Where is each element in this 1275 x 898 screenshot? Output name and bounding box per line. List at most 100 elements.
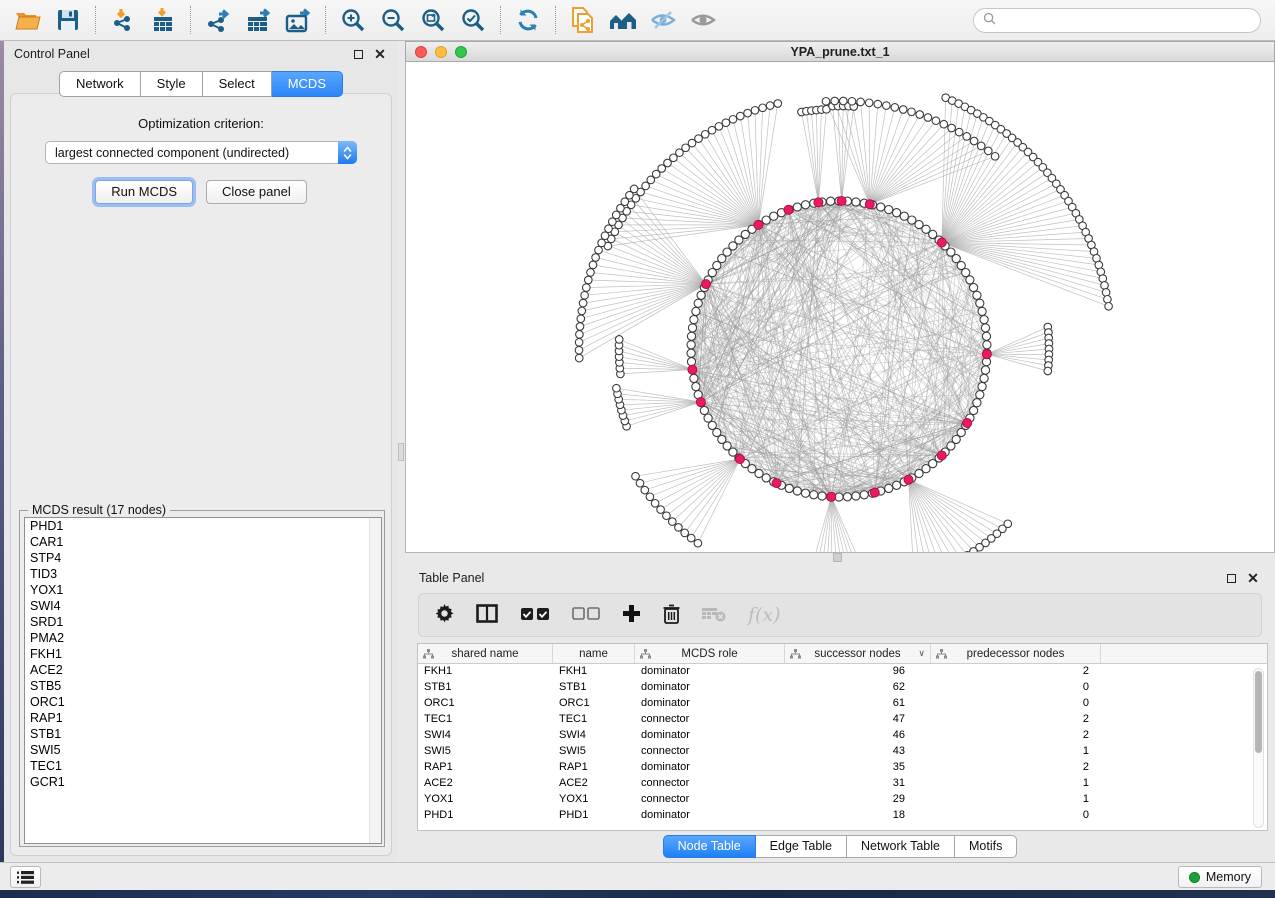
hide-selected-button[interactable] (645, 3, 681, 37)
search-box[interactable] (973, 8, 1261, 33)
table-cell[interactable]: 47 (785, 712, 931, 728)
table-cell[interactable]: STB1 (418, 680, 553, 696)
import-network-button[interactable] (105, 3, 141, 37)
table-cell[interactable]: dominator (635, 728, 785, 744)
column-header-name[interactable]: name (553, 644, 635, 663)
result-node-item[interactable]: PMA2 (25, 630, 381, 646)
table-cell[interactable]: RAP1 (418, 760, 553, 776)
tab-network[interactable]: Network (59, 71, 141, 97)
table-cell[interactable]: 2 (931, 728, 1101, 744)
export-table-button[interactable] (240, 3, 276, 37)
table-cell[interactable]: 2 (931, 760, 1101, 776)
table-cell[interactable]: 0 (931, 696, 1101, 712)
table-cell[interactable]: 0 (931, 680, 1101, 696)
table-cell[interactable]: ACE2 (553, 776, 635, 792)
table-cell[interactable]: 46 (785, 728, 931, 744)
close-panel-button[interactable]: Close panel (206, 180, 307, 204)
network-canvas[interactable] (405, 62, 1275, 553)
export-image-button[interactable] (280, 3, 316, 37)
import-table-button[interactable] (145, 3, 181, 37)
result-node-item[interactable]: STP4 (25, 550, 381, 566)
table-cell[interactable]: 43 (785, 744, 931, 760)
result-node-item[interactable]: ACE2 (25, 662, 381, 678)
result-node-item[interactable]: CAR1 (25, 534, 381, 550)
tab-edge-table[interactable]: Edge Table (756, 835, 847, 858)
splitter-grip-icon[interactable] (398, 443, 404, 461)
result-node-item[interactable]: PHD1 (25, 518, 381, 534)
columns-button[interactable] (476, 604, 498, 626)
table-row[interactable]: ORC1ORC1dominator610 (418, 696, 1267, 712)
memory-button[interactable]: Memory (1178, 866, 1262, 888)
result-node-item[interactable]: SRD1 (25, 614, 381, 630)
table-cell[interactable]: 2 (931, 712, 1101, 728)
table-row[interactable]: ACE2ACE2connector311 (418, 776, 1267, 792)
float-panel-icon[interactable] (350, 46, 366, 62)
vertical-splitter[interactable] (398, 41, 405, 862)
table-cell[interactable]: connector (635, 712, 785, 728)
open-file-button[interactable] (10, 3, 46, 37)
table-cell[interactable]: TEC1 (418, 712, 553, 728)
table-cell[interactable]: dominator (635, 808, 785, 824)
table-cell[interactable]: FKH1 (418, 664, 553, 680)
table-row[interactable]: PHD1PHD1dominator180 (418, 808, 1267, 824)
add-button[interactable] (622, 604, 641, 626)
float-table-panel-icon[interactable] (1223, 570, 1239, 586)
tab-select[interactable]: Select (203, 71, 272, 97)
table-cell[interactable]: 31 (785, 776, 931, 792)
table-cell[interactable]: 0 (931, 808, 1101, 824)
optimization-criterion-select[interactable]: largest connected component (undirected) (45, 141, 357, 164)
table-cell[interactable]: TEC1 (553, 712, 635, 728)
search-input[interactable] (1002, 14, 1251, 28)
table-cell[interactable]: ACE2 (418, 776, 553, 792)
network-graph[interactable] (406, 62, 1274, 552)
table-cell[interactable]: RAP1 (553, 760, 635, 776)
export-network-button[interactable] (200, 3, 236, 37)
tab-style[interactable]: Style (141, 71, 203, 97)
zoom-out-button[interactable] (375, 3, 411, 37)
run-mcds-button[interactable]: Run MCDS (95, 180, 193, 204)
table-row[interactable]: STB1STB1dominator620 (418, 680, 1267, 696)
table-cell[interactable]: dominator (635, 664, 785, 680)
table-cell[interactable]: 2 (931, 664, 1101, 680)
column-header-MCDS-role[interactable]: MCDS role (635, 644, 785, 663)
tab-node-table[interactable]: Node Table (663, 835, 756, 858)
table-cell[interactable]: 1 (931, 792, 1101, 808)
result-node-item[interactable]: RAP1 (25, 710, 381, 726)
table-cell[interactable]: dominator (635, 696, 785, 712)
refresh-view-button[interactable] (510, 3, 546, 37)
table-scrollbar-thumb[interactable] (1255, 671, 1262, 753)
table-cell[interactable]: 62 (785, 680, 931, 696)
table-cell[interactable]: YOX1 (418, 792, 553, 808)
table-cell[interactable]: 29 (785, 792, 931, 808)
table-cell[interactable]: PHD1 (553, 808, 635, 824)
table-cell[interactable]: 18 (785, 808, 931, 824)
table-row[interactable]: SWI5SWI5connector431 (418, 744, 1267, 760)
table-cell[interactable]: dominator (635, 680, 785, 696)
network-window-titlebar[interactable]: YPA_prune.txt_1 (405, 41, 1275, 62)
table-cell[interactable]: dominator (635, 760, 785, 776)
column-header-predecessor-nodes[interactable]: predecessor nodes (931, 644, 1101, 663)
result-node-item[interactable]: TID3 (25, 566, 381, 582)
table-cell[interactable]: PHD1 (418, 808, 553, 824)
table-cell[interactable]: connector (635, 792, 785, 808)
table-cell[interactable]: SWI5 (553, 744, 635, 760)
table-cell[interactable]: YOX1 (553, 792, 635, 808)
table-cell[interactable]: SWI5 (418, 744, 553, 760)
close-table-panel-icon[interactable]: ✕ (1245, 570, 1261, 586)
table-cell[interactable]: SWI4 (553, 728, 635, 744)
deselect-all-button[interactable] (572, 607, 600, 623)
save-session-button[interactable] (50, 3, 86, 37)
table-cell[interactable]: 35 (785, 760, 931, 776)
table-cell[interactable]: ORC1 (418, 696, 553, 712)
column-header-shared-name[interactable]: shared name (418, 644, 553, 663)
zoom-in-button[interactable] (335, 3, 371, 37)
result-node-item[interactable]: ORC1 (25, 694, 381, 710)
table-cell[interactable]: 96 (785, 664, 931, 680)
table-cell[interactable]: FKH1 (553, 664, 635, 680)
show-all-button[interactable] (685, 3, 721, 37)
table-cell[interactable]: SWI4 (418, 728, 553, 744)
zoom-fit-button[interactable] (415, 3, 451, 37)
table-row[interactable]: YOX1YOX1connector291 (418, 792, 1267, 808)
copy-network-button[interactable] (565, 3, 601, 37)
result-node-item[interactable]: TEC1 (25, 758, 381, 774)
